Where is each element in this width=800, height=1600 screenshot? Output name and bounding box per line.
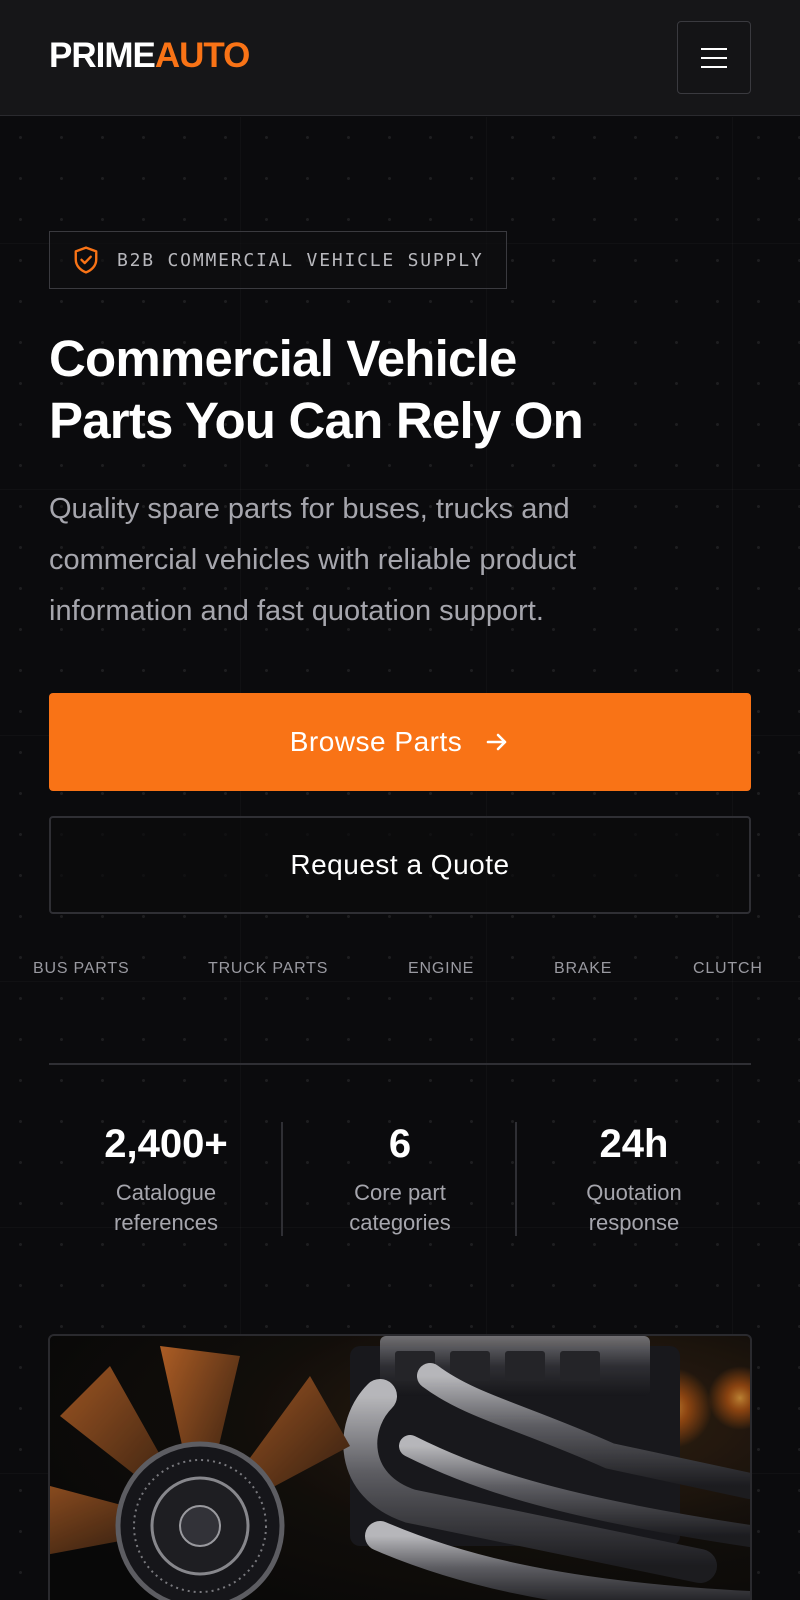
hero-subtitle-line-2: commercial vehicles with reliable produc… [49,544,577,576]
category-brake[interactable]: BRAKE [554,960,612,978]
stat-value: 2,400+ [104,1122,228,1166]
engine-image [48,1334,752,1600]
hamburger-icon [701,47,727,68]
stat-response: 24h Quotation response [517,1122,751,1238]
stat-label-line-2: response [588,1210,680,1235]
stat-catalogue: 2,400+ Catalogue references [49,1122,283,1238]
hero-title-line-2: Parts You Can Rely On [49,392,584,449]
hero-subtitle-line-3: information and fast quotation support. [49,595,544,627]
hero-subtitle-line-1: Quality spare parts for buses, trucks an… [49,493,570,525]
stats-row: 2,400+ Catalogue references 6 Core part … [49,1122,751,1240]
stat-label-line-2: categories [349,1210,451,1235]
stat-value: 24h [599,1122,669,1166]
stat-label-line-1: Core part [354,1180,446,1205]
logo-auto: AUTO [154,36,251,75]
browse-parts-label: Browse Parts [289,726,463,757]
stat-label: Quotation response [517,1178,751,1238]
request-quote-button[interactable]: Request a Quote [49,816,751,914]
category-bus-parts[interactable]: BUS PARTS [33,960,129,978]
stat-categories: 6 Core part categories [283,1122,517,1238]
category-engine[interactable]: ENGINE [408,960,474,978]
logo-prime: PRIME [49,36,156,75]
shield-check-icon [74,246,98,274]
hero-title: Commercial Vehicle Parts You Can Rely On [49,328,749,452]
badge-text: B2B COMMERCIAL VEHICLE SUPPLY [117,249,484,271]
menu-button[interactable] [677,21,751,94]
site-header: PRIMEAUTO [0,0,800,116]
section-divider [49,1063,751,1065]
category-truck-parts[interactable]: TRUCK PARTS [208,960,328,978]
hero-title-line-1: Commercial Vehicle [49,330,517,387]
stat-label-line-1: Quotation [586,1180,682,1205]
stat-label: Core part categories [283,1178,517,1238]
hero-subtitle: Quality spare parts for buses, trucks an… [49,484,739,637]
engine-illustration [50,1336,750,1600]
category-links: BUS PARTS TRUCK PARTS ENGINE BRAKE CLUTC… [0,960,800,984]
stat-value: 6 [388,1122,412,1166]
stat-label: Catalogue references [49,1178,283,1238]
request-quote-label: Request a Quote [290,849,510,880]
category-clutch[interactable]: CLUTCH [693,960,763,978]
stat-label-line-2: references [114,1210,218,1235]
page: PRIMEAUTO B2B COMMERCIAL VEHICLE SUPPLY … [0,0,800,1600]
hero-badge: B2B COMMERCIAL VEHICLE SUPPLY [49,231,507,289]
arrow-right-icon [486,733,507,751]
browse-parts-button[interactable]: Browse Parts [49,693,751,791]
logo[interactable]: PRIMEAUTO [49,36,251,76]
stat-label-line-1: Catalogue [115,1180,217,1205]
